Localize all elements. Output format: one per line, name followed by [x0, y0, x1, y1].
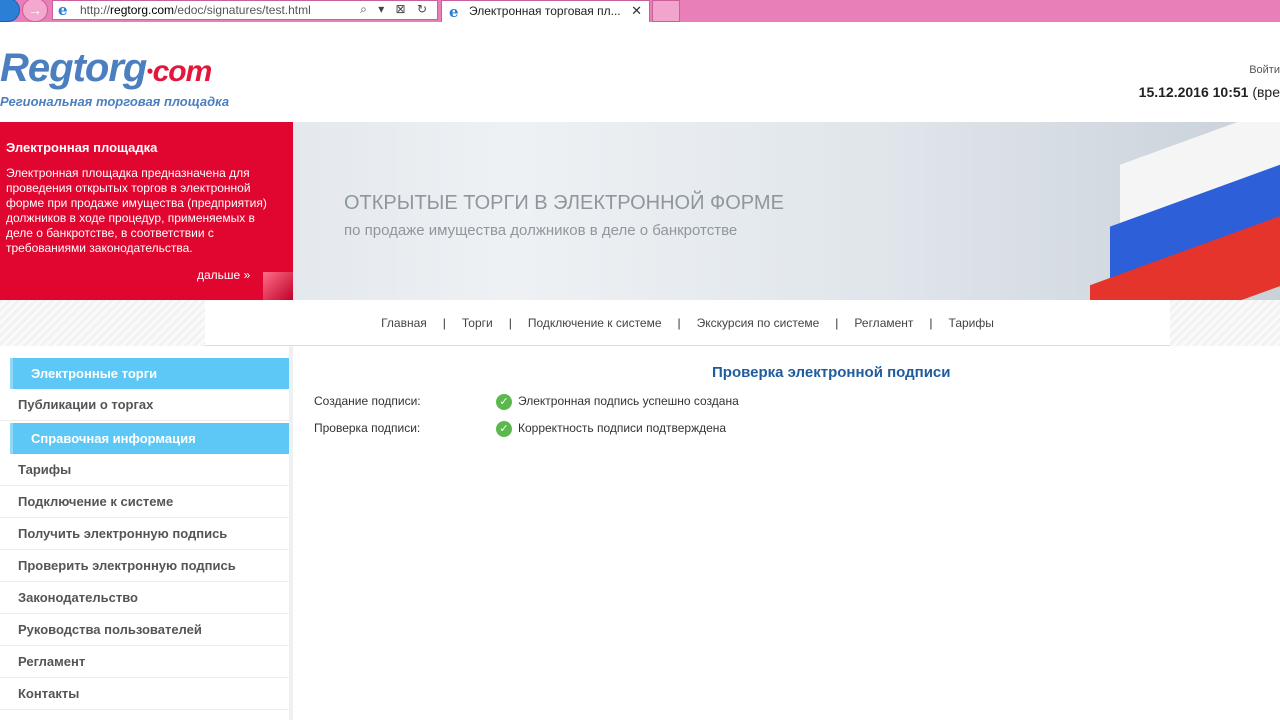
server-datetime: 15.12.2016 10:51 (вре — [1138, 84, 1280, 100]
row-label: Создание подписи: — [314, 394, 421, 408]
row-label: Проверка подписи: — [314, 421, 421, 435]
sidebar-item-tariffs[interactable]: Тарифы — [0, 454, 289, 486]
nav-regulations[interactable]: Регламент — [854, 316, 913, 330]
sidebar-item-user-guides[interactable]: Руководства пользователей — [0, 614, 289, 646]
hero-banner: Электронная площадка Электронная площадк… — [0, 122, 1280, 300]
sidebar-head-reference[interactable]: Справочная информация — [10, 423, 289, 454]
main-nav: Главная | Торги | Подключение к системе | Экск… — [0, 300, 1280, 346]
close-tab-icon[interactable]: ✕ — [631, 3, 642, 19]
nav-auctions[interactable]: Торги — [462, 316, 493, 330]
address-tools-icons[interactable]: ⌕ ▾ ⊠ ↻ — [360, 2, 431, 17]
browser-tab-active[interactable]: e Электронная торговая пл... ✕ — [441, 0, 650, 22]
nav-tariffs[interactable]: Тарифы — [949, 316, 994, 330]
row-value: Корректность подписи подтверждена — [518, 421, 727, 436]
sidebar-item-publications[interactable]: Публикации о торгах — [0, 389, 289, 421]
nav-home[interactable]: Главная — [381, 316, 427, 330]
promo-more-link[interactable]: дальше » — [197, 268, 250, 282]
nav-connection[interactable]: Подключение к системе — [528, 316, 662, 330]
sidebar: Электронные торги Публикации о торгах Сп… — [0, 346, 293, 720]
login-link[interactable]: Войти — [1249, 64, 1280, 76]
sidebar-item-regulations[interactable]: Регламент — [0, 646, 289, 678]
forward-button[interactable]: → — [22, 0, 48, 22]
banner-subheadline: по продаже имущества должников в деле о … — [344, 222, 738, 239]
main-content: Проверка электронной подписи Создание по… — [300, 346, 1280, 720]
promo-text: Электронная площадка предназначена для п… — [6, 166, 267, 255]
russian-flag-image — [1080, 122, 1280, 300]
banner-headline: ОТКРЫТЫЕ ТОРГИ В ЭЛЕКТРОННОЙ ФОРМЕ — [344, 192, 784, 214]
sidebar-item-check-signature[interactable]: Проверить электронную подпись — [0, 550, 289, 582]
check-icon: ✓ — [496, 421, 512, 437]
sidebar-head-auctions[interactable]: Электронные торги — [10, 358, 289, 389]
corner-decoration — [263, 272, 293, 300]
new-tab-button[interactable] — [652, 0, 680, 22]
nav-tour[interactable]: Экскурсия по системе — [697, 316, 820, 330]
address-bar[interactable]: e http://regtorg.com/edoc/signatures/tes… — [52, 0, 438, 20]
ie-icon: e — [449, 3, 459, 21]
sidebar-item-connection[interactable]: Подключение к системе — [0, 486, 289, 518]
site-logo[interactable]: Regtorg●com Региональная торговая площад… — [0, 48, 229, 109]
browser-toolbar: → e http://regtorg.com/edoc/signatures/t… — [0, 0, 1280, 22]
sidebar-item-legislation[interactable]: Законодательство — [0, 582, 289, 614]
row-value: Электронная подпись успешно создана — [518, 394, 739, 409]
logo-tagline: Региональная торговая площадка — [0, 94, 230, 109]
sidebar-item-get-signature[interactable]: Получить электронную подпись — [0, 518, 289, 550]
url-text[interactable]: http://regtorg.com/edoc/signatures/test.… — [80, 3, 311, 17]
forward-arrow-icon: → — [28, 2, 42, 18]
back-button[interactable] — [0, 0, 20, 22]
check-icon: ✓ — [496, 394, 512, 410]
promo-title: Электронная площадка — [6, 140, 158, 155]
tab-title: Электронная торговая пл... — [469, 4, 621, 18]
ie-icon: e — [58, 1, 68, 19]
sidebar-item-contacts[interactable]: Контакты — [0, 678, 289, 710]
page-title: Проверка электронной подписи — [712, 364, 951, 381]
promo-box: Электронная площадка Электронная площадк… — [0, 122, 293, 300]
